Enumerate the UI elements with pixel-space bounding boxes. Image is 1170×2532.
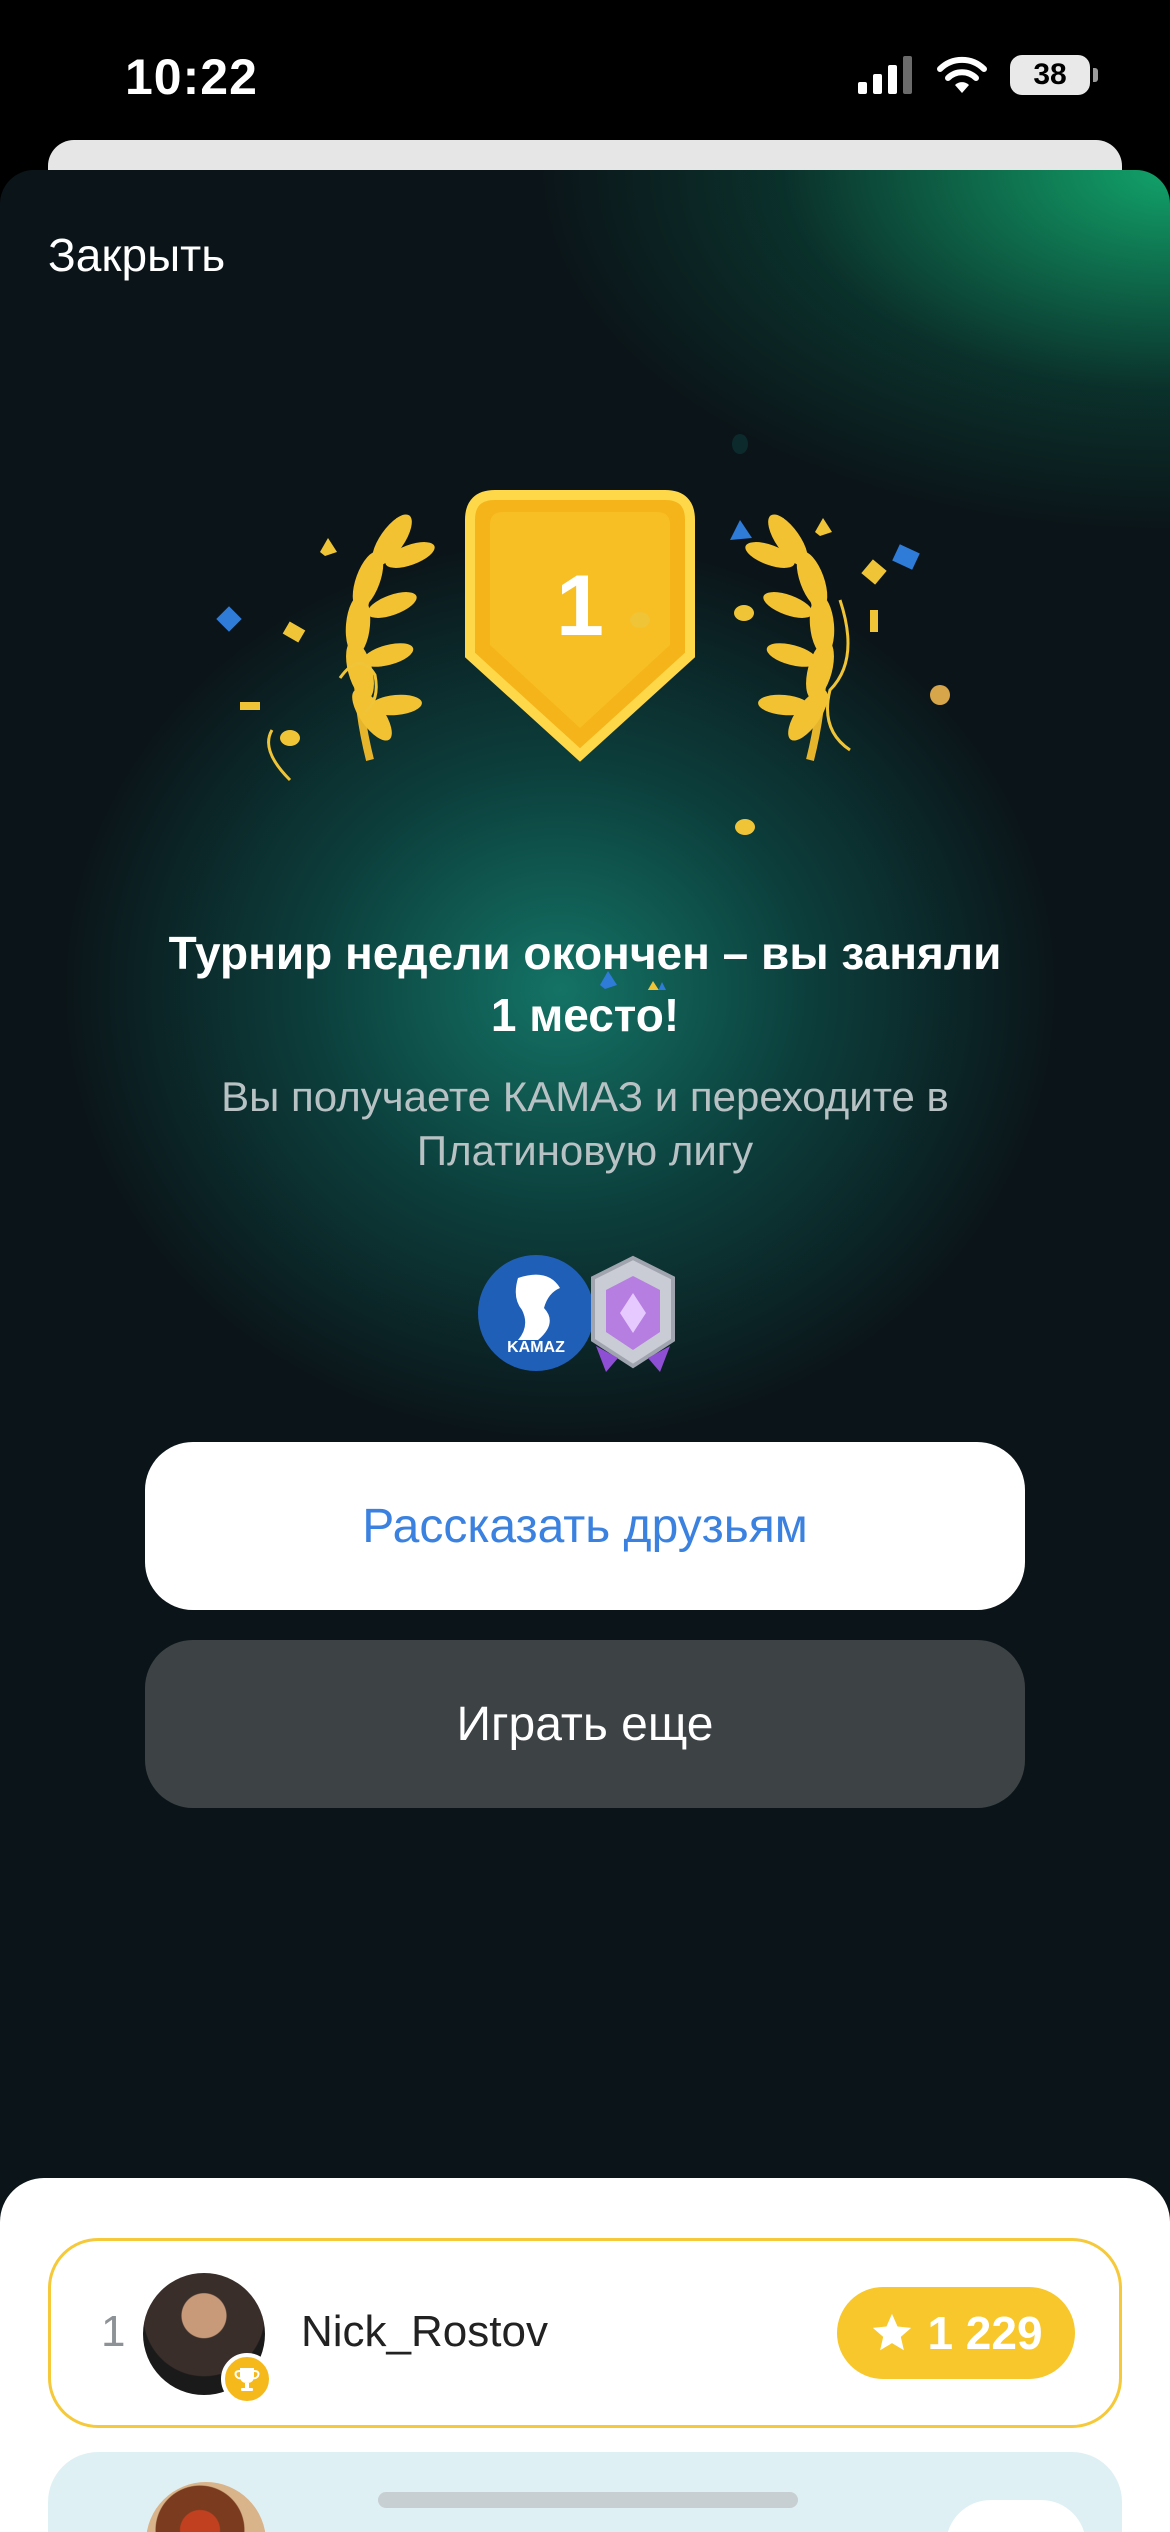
first-place-medal-illustration: 1	[216, 434, 950, 990]
drag-handle[interactable]	[378, 2492, 798, 2508]
left-laurel-icon	[345, 514, 435, 761]
trophy-icon	[221, 2353, 273, 2405]
leaderboard-username: Nick_Rostov	[301, 2307, 548, 2356]
platinum-league-badge-icon	[591, 1255, 675, 1372]
result-subtitle: Вы получаете КАМАЗ и переходите в Платин…	[221, 1073, 949, 1174]
result-title: Турнир недели окончен – вы заняли 1 мест…	[168, 927, 1002, 1041]
status-time: 10:22	[125, 49, 258, 105]
wifi-icon	[937, 56, 987, 93]
leaderboard-row-next[interactable]	[48, 2452, 1122, 2532]
battery-indicator: 38	[1010, 55, 1098, 95]
score-value: 1 229	[927, 2307, 1043, 2359]
leaderboard-row-current-user[interactable]: 1 Nick_Rostov 1 229	[48, 2238, 1122, 2428]
avatar	[146, 2482, 266, 2532]
status-bar: 10:22 38	[0, 0, 1170, 150]
score-badge	[946, 2500, 1086, 2532]
leaderboard-panel: 1 Nick_Rostov 1 229	[0, 2178, 1170, 2532]
score-badge: 1 229	[837, 2287, 1075, 2379]
svg-text:KAMAZ: KAMAZ	[507, 1339, 565, 1356]
place-number: 1	[556, 558, 604, 654]
star-icon	[873, 2313, 912, 2351]
cellular-signal-icon	[858, 56, 912, 94]
leaderboard-rank: 1	[101, 2307, 126, 2356]
kamaz-logo-icon: KAMAZ	[478, 1255, 594, 1371]
share-with-friends-button[interactable]: Рассказать друзьям	[145, 1442, 1025, 1610]
rewards-icons: KAMAZ	[478, 1255, 675, 1372]
status-icons: 38	[858, 55, 1098, 95]
close-button[interactable]: Закрыть	[48, 228, 225, 282]
right-laurel-icon	[745, 514, 835, 761]
play-again-button[interactable]: Играть еще	[145, 1640, 1025, 1808]
